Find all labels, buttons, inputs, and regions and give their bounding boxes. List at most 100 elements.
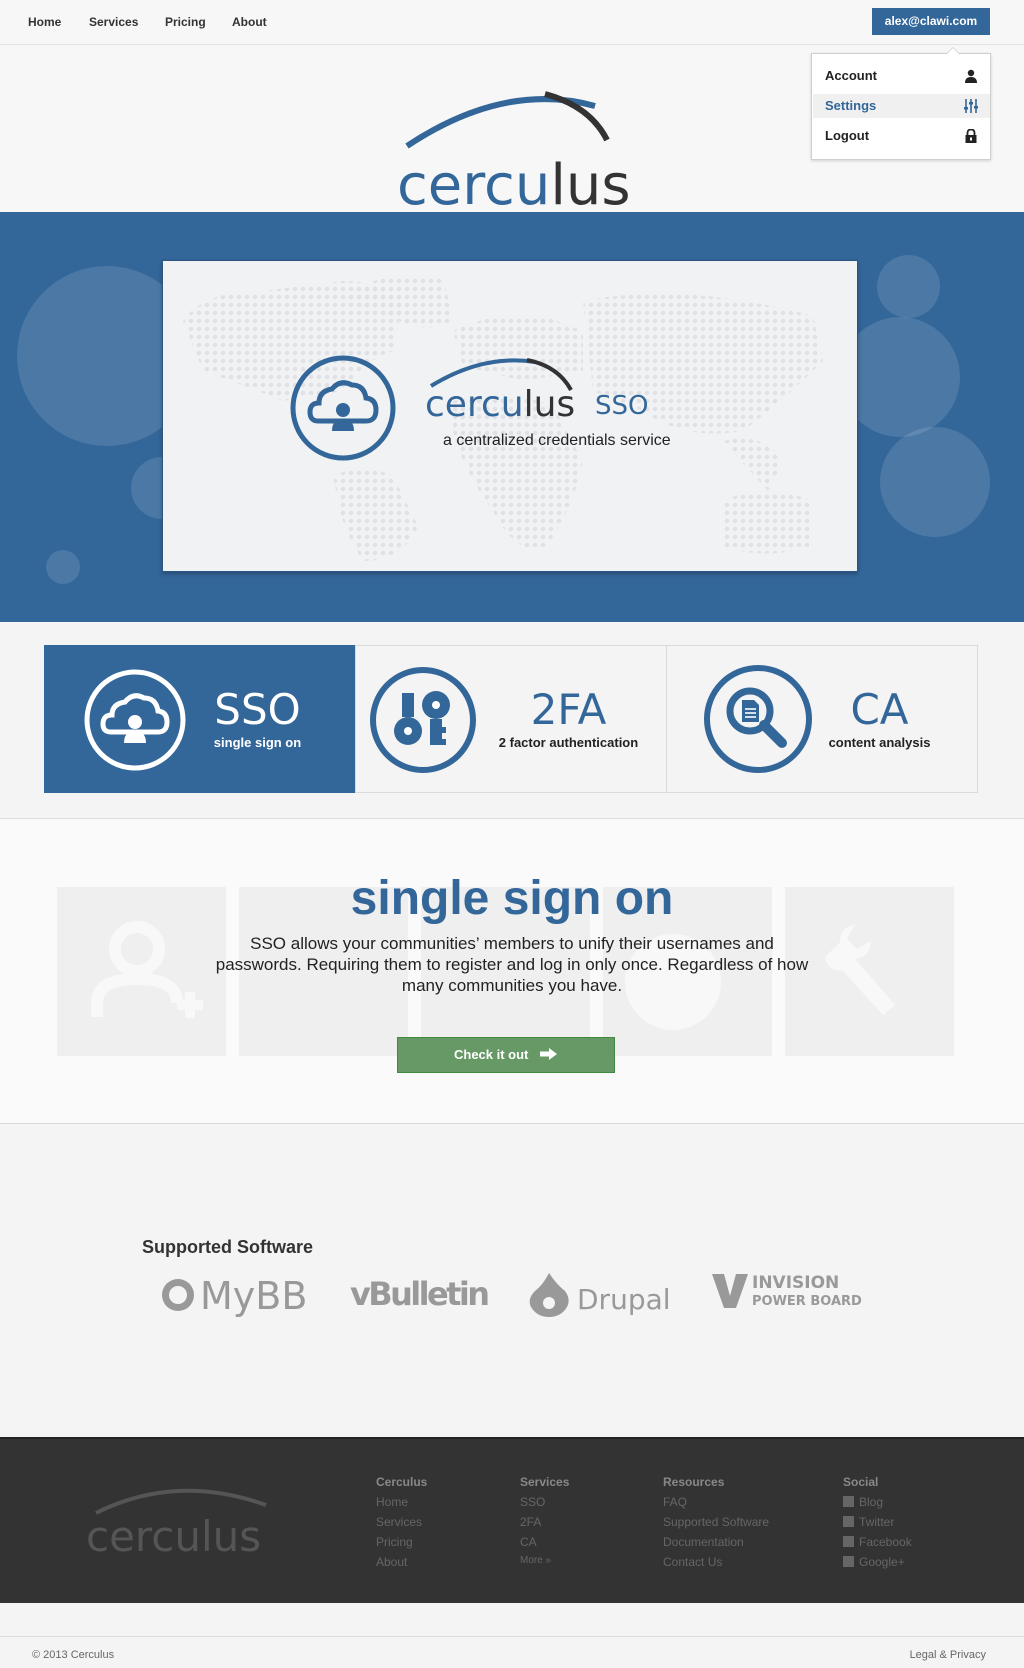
logo-label: MyBB	[200, 1274, 307, 1317]
feature-strip: SSO single sign on 2FA 2 factor authenti…	[0, 622, 1024, 819]
footer-logo[interactable]: cerculus	[86, 1477, 286, 1557]
lock-icon	[965, 129, 977, 143]
facebook-icon	[843, 1536, 854, 1547]
footer-link-label: Google+	[859, 1555, 905, 1569]
footer-heading: Resources	[663, 1475, 725, 1489]
drupal-logo-graphic: Drupal	[529, 1273, 671, 1317]
footer-link[interactable]: About	[376, 1555, 427, 1575]
footer-more-link[interactable]: More »	[520, 1555, 569, 1575]
decor-circle	[880, 427, 990, 537]
cerculus-sso-logo: cerculus SSO	[425, 358, 648, 425]
button-label: Check it out	[453, 1047, 529, 1062]
footer-heading: Social	[843, 1475, 879, 1489]
cloud-user-icon	[84, 669, 186, 771]
logo-label: INVISION	[752, 1273, 839, 1293]
nav-about-link[interactable]: About	[232, 15, 267, 29]
section-description: SSO allows your communities’ members to …	[215, 934, 809, 995]
feature-2fa[interactable]: 2FA 2 factor authentication	[355, 645, 667, 793]
user-dropdown-menu: Account Settings Logout	[811, 47, 991, 160]
hero-tagline: a centralized credentials service	[443, 432, 671, 449]
footer-column-social: Social Blog Twitter Facebook Google+	[843, 1475, 912, 1575]
cerculus-logo[interactable]: cerculus	[395, 86, 635, 216]
logo-text-dark: lus	[550, 153, 630, 216]
svg-text:cerculus: cerculus	[425, 384, 575, 425]
hero-card: cerculus SSO a centralized credentials s…	[162, 260, 858, 572]
footer-link-label: Facebook	[859, 1535, 912, 1549]
decor-circle	[840, 317, 960, 437]
logo-label: Drupal	[577, 1283, 671, 1316]
logo-text-light: cercu	[397, 153, 550, 216]
logo-label: vBulletin	[350, 1275, 490, 1313]
footer-link-blog[interactable]: Blog	[843, 1495, 912, 1515]
copyright: © 2013 Cerculus	[32, 1649, 115, 1661]
footer-link[interactable]: SSO	[520, 1495, 569, 1515]
drupal-logo[interactable]: Drupal	[527, 1269, 672, 1324]
invision-logo[interactable]: INVISION POWER BOARD	[712, 1272, 862, 1317]
nav-pricing-link[interactable]: Pricing	[165, 15, 206, 29]
dropdown-item-label: Settings	[825, 98, 877, 113]
footer-link[interactable]: Home	[376, 1495, 427, 1515]
dropdown-item-settings[interactable]: Settings	[813, 94, 990, 118]
magnify-document-icon	[704, 665, 812, 773]
arrow-right-icon	[540, 1048, 558, 1060]
user-icon	[965, 69, 977, 83]
dropdown-item-label: Account	[825, 68, 877, 83]
invision-logo-graphic: INVISION POWER BOARD	[712, 1273, 862, 1309]
footer-logo-text: cerculus	[86, 1512, 261, 1557]
sliders-icon	[964, 99, 978, 113]
footer-link[interactable]: Services	[376, 1515, 427, 1535]
logo-label: POWER BOARD	[752, 1294, 862, 1309]
footer-link[interactable]: CA	[520, 1535, 569, 1555]
hero-banner: cerculus SSO a centralized credentials s…	[0, 212, 1024, 622]
feature-sso[interactable]: SSO single sign on	[44, 645, 356, 793]
nav-home-link[interactable]: Home	[28, 15, 61, 29]
dropdown-item-logout[interactable]: Logout	[813, 124, 990, 148]
footer-link[interactable]: Supported Software	[663, 1515, 769, 1535]
feature-subtitle: content analysis	[828, 735, 931, 750]
mybb-logo-graphic: MyBB	[162, 1274, 307, 1318]
bottom-bar-inner: © 2013 Cerculus Legal & Privacy	[0, 1636, 1024, 1668]
footer-heading: Services	[520, 1475, 570, 1489]
section-title: Supported Software	[142, 1237, 314, 1257]
sso-section: single sign on SSO allows your communiti…	[0, 819, 1024, 1124]
footer-heading: Cerculus	[376, 1475, 428, 1489]
google-plus-icon	[843, 1556, 854, 1567]
feature-title: 2FA	[530, 685, 607, 734]
footer-link[interactable]: Contact Us	[663, 1555, 769, 1575]
dropdown-item-account[interactable]: Account	[813, 64, 990, 88]
keys-icon	[370, 667, 476, 773]
footer-link-facebook[interactable]: Facebook	[843, 1535, 912, 1555]
product-suffix: SSO	[595, 391, 648, 421]
footer-link[interactable]: Pricing	[376, 1535, 427, 1555]
footer-link-label: Blog	[859, 1495, 884, 1509]
feature-title: SSO	[214, 685, 301, 734]
supported-software-section: Supported Software MyBB vBulletin Drupal…	[0, 1124, 1024, 1437]
check-it-out-button[interactable]: Check it out	[397, 1037, 615, 1073]
footer-column-cerculus: Cerculus Home Services Pricing About	[376, 1475, 427, 1575]
footer: cerculus Cerculus Home Services Pricing …	[0, 1437, 1024, 1603]
decor-circle	[877, 255, 940, 318]
twitter-icon	[843, 1516, 854, 1527]
mybb-logo[interactable]: MyBB	[158, 1269, 318, 1322]
footer-column-services: Services SSO 2FA CA More »	[520, 1475, 569, 1575]
user-menu-button[interactable]: alex@clawi.com	[872, 8, 990, 35]
rss-icon	[843, 1496, 854, 1507]
footer-link[interactable]: FAQ	[663, 1495, 769, 1515]
vbulletin-logo[interactable]: vBulletin	[350, 1269, 500, 1322]
section-title: single sign on	[350, 872, 674, 925]
dropdown-item-label: Logout	[825, 128, 870, 143]
feature-ca[interactable]: CA content analysis	[666, 645, 978, 793]
footer-link[interactable]: 2FA	[520, 1515, 569, 1535]
decor-circle	[46, 550, 80, 584]
feature-subtitle: 2 factor authentication	[498, 735, 639, 750]
nav-services-link[interactable]: Services	[89, 15, 138, 29]
logo-text-dark: lus	[524, 384, 576, 425]
feature-subtitle: single sign on	[213, 735, 302, 750]
footer-link-twitter[interactable]: Twitter	[843, 1515, 912, 1535]
footer-link-googleplus[interactable]: Google+	[843, 1555, 912, 1575]
bottom-bar: © 2013 Cerculus Legal & Privacy	[0, 1603, 1024, 1668]
legal-privacy-link[interactable]: Legal & Privacy	[910, 1649, 986, 1661]
feature-title: CA	[850, 685, 909, 734]
top-navigation: Home Services Pricing About alex@clawi.c…	[0, 0, 1024, 45]
footer-link[interactable]: Documentation	[663, 1535, 769, 1555]
